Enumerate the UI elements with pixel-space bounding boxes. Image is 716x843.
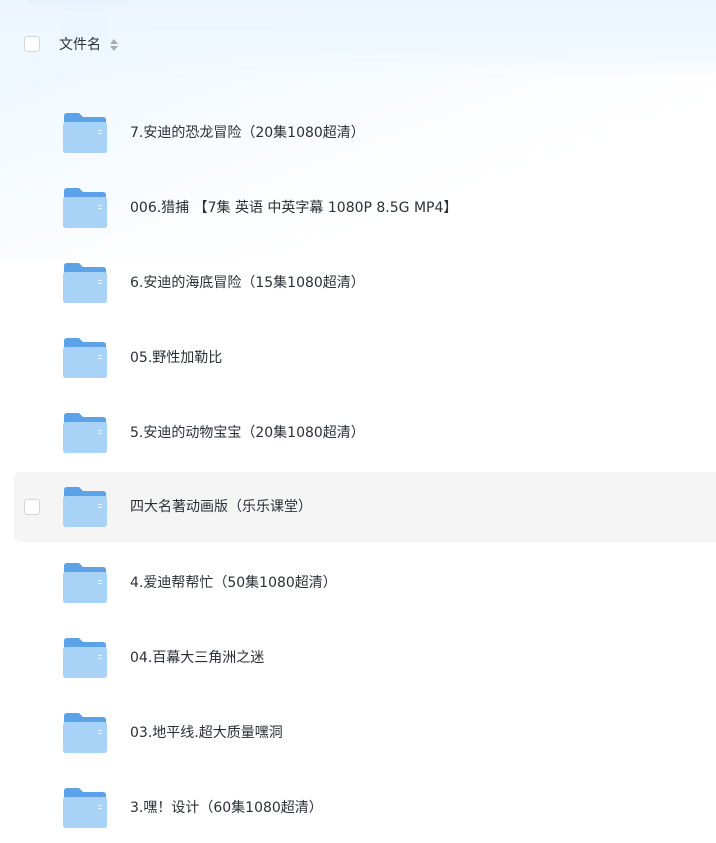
file-row[interactable]: 05.野性加勒比 bbox=[14, 323, 716, 393]
file-row[interactable]: 04.百幕大三角洲之迷 bbox=[14, 623, 716, 693]
file-row-hovered[interactable]: 四大名著动画版（乐乐课堂） bbox=[14, 472, 716, 542]
toolbar-button-3[interactable] bbox=[302, 0, 452, 4]
file-row[interactable]: 6.安迪的海底冒险（15集1080超清） bbox=[14, 248, 716, 318]
file-name[interactable]: 03.地平线.超大质量嘿洞 bbox=[130, 724, 283, 742]
file-row[interactable]: 7.安迪的恐龙冒险（20集1080超清） bbox=[14, 98, 716, 168]
file-name[interactable]: 6.安迪的海底冒险（15集1080超清） bbox=[130, 274, 365, 292]
file-row[interactable]: 4.爱迪帮帮忙（50集1080超清） bbox=[14, 548, 716, 618]
folder-icon bbox=[62, 412, 108, 454]
folder-icon bbox=[62, 112, 108, 154]
file-name[interactable]: 7.安迪的恐龙冒险（20集1080超清） bbox=[130, 124, 365, 142]
folder-icon bbox=[62, 637, 108, 679]
file-row[interactable]: 006.猎捕 【7集 英语 中英字幕 1080P 8.5G MP4】 bbox=[14, 173, 716, 243]
file-name[interactable]: 3.嘿！设计（60集1080超清） bbox=[130, 799, 323, 817]
file-name[interactable]: 006.猎捕 【7集 英语 中英字幕 1080P 8.5G MP4】 bbox=[130, 199, 457, 217]
toolbar-button-2[interactable] bbox=[154, 0, 280, 4]
file-name[interactable]: 四大名著动画版（乐乐课堂） bbox=[130, 498, 312, 516]
folder-icon bbox=[62, 187, 108, 229]
sort-icon[interactable] bbox=[110, 39, 118, 51]
toolbar-primary-button[interactable] bbox=[24, 0, 134, 4]
select-all-checkbox[interactable] bbox=[24, 36, 40, 52]
file-name[interactable]: 05.野性加勒比 bbox=[130, 349, 222, 367]
toolbar-button-4[interactable] bbox=[472, 0, 584, 4]
file-row[interactable]: 3.嘿！设计（60集1080超清） bbox=[14, 773, 716, 843]
folder-icon bbox=[62, 337, 108, 379]
file-name[interactable]: 04.百幕大三角洲之迷 bbox=[130, 649, 264, 667]
list-header: 文件名 bbox=[0, 28, 716, 62]
file-row[interactable]: 5.安迪的动物宝宝（20集1080超清） bbox=[14, 398, 716, 468]
folder-icon bbox=[62, 262, 108, 304]
file-name-column-header[interactable]: 文件名 bbox=[59, 36, 101, 54]
row-checkbox[interactable] bbox=[24, 499, 40, 515]
folder-icon bbox=[62, 787, 108, 829]
file-row[interactable]: 03.地平线.超大质量嘿洞 bbox=[14, 698, 716, 768]
folder-icon bbox=[62, 486, 108, 528]
file-name[interactable]: 4.爱迪帮帮忙（50集1080超清） bbox=[130, 574, 337, 592]
file-list: 7.安迪的恐龙冒险（20集1080超清） 006.猎捕 【7集 英语 中英字幕 … bbox=[0, 0, 716, 828]
folder-icon bbox=[62, 712, 108, 754]
file-name[interactable]: 5.安迪的动物宝宝（20集1080超清） bbox=[130, 424, 365, 442]
folder-icon bbox=[62, 562, 108, 604]
